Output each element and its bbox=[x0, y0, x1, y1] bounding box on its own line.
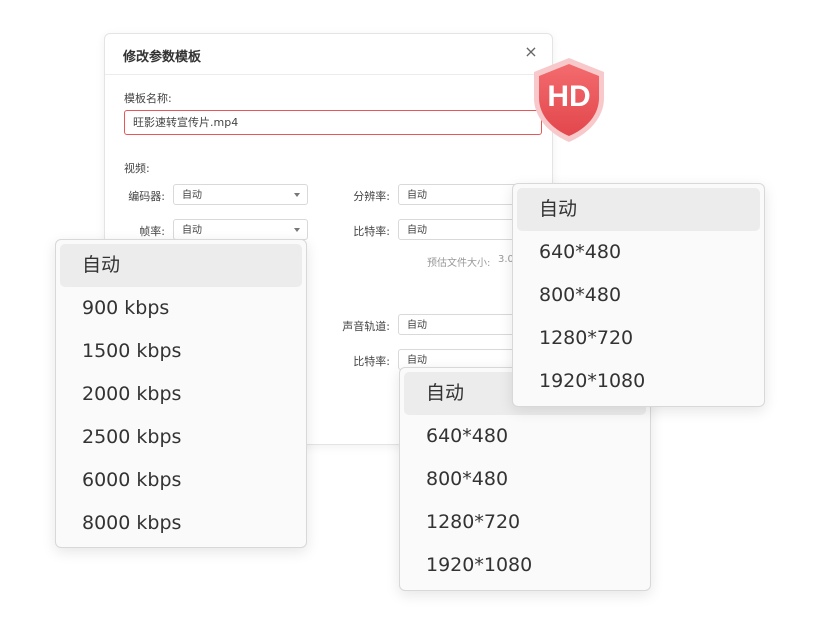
encoder-label: 编码器: bbox=[128, 190, 165, 203]
menu-item-640x480[interactable]: 640*480 bbox=[404, 415, 646, 458]
menu-item-800x480[interactable]: 800*480 bbox=[517, 274, 760, 317]
resolution-select[interactable]: 自动 bbox=[398, 184, 528, 205]
framerate-label: 帧率: bbox=[139, 225, 165, 238]
chevron-down-icon bbox=[294, 228, 300, 232]
stage: 修改参数模板 × 模板名称: 旺影速转宣传片.mp4 视频: 编码器: 自动 分… bbox=[0, 0, 836, 626]
audio-channel-label: 声音轨道: bbox=[342, 320, 390, 333]
framerate-value: 自动 bbox=[182, 225, 202, 236]
estimated-size-label: 预估文件大小: bbox=[427, 258, 491, 269]
menu-item-auto[interactable]: 自动 bbox=[60, 244, 302, 287]
hd-shield-icon: HD bbox=[534, 58, 604, 142]
encoder-value: 自动 bbox=[182, 190, 202, 201]
menu-item-640x480[interactable]: 640*480 bbox=[517, 231, 760, 274]
menu-item-1500kbps[interactable]: 1500 kbps bbox=[60, 330, 302, 373]
menu-item-1280x720[interactable]: 1280*720 bbox=[517, 317, 760, 360]
menu-item-8000kbps[interactable]: 8000 kbps bbox=[60, 502, 302, 545]
menu-item-2000kbps[interactable]: 2000 kbps bbox=[60, 373, 302, 416]
audio-channel-value: 自动 bbox=[407, 320, 427, 331]
menu-item-2500kbps[interactable]: 2500 kbps bbox=[60, 416, 302, 459]
encoder-select[interactable]: 自动 bbox=[173, 184, 308, 205]
audio-channel-select[interactable]: 自动 bbox=[398, 314, 528, 335]
resolution-value: 自动 bbox=[407, 190, 427, 201]
video-bitrate-value: 自动 bbox=[407, 225, 427, 236]
chevron-down-icon bbox=[294, 193, 300, 197]
resolution-dropdown-menu-top: 自动 640*480 800*480 1280*720 1920*1080 bbox=[512, 183, 765, 407]
menu-item-1920x1080[interactable]: 1920*1080 bbox=[517, 360, 760, 403]
resolution-label: 分辨率: bbox=[353, 190, 390, 203]
menu-item-1280x720[interactable]: 1280*720 bbox=[404, 501, 646, 544]
framerate-select[interactable]: 自动 bbox=[173, 219, 308, 240]
menu-item-1920x1080[interactable]: 1920*1080 bbox=[404, 544, 646, 587]
audio-bitrate-label: 比特率: bbox=[353, 355, 390, 368]
menu-item-auto[interactable]: 自动 bbox=[517, 188, 760, 231]
menu-item-6000kbps[interactable]: 6000 kbps bbox=[60, 459, 302, 502]
video-bitrate-label: 比特率: bbox=[353, 225, 390, 238]
dialog-title: 修改参数模板 bbox=[123, 50, 202, 65]
audio-bitrate-value: 自动 bbox=[407, 355, 427, 366]
hd-badge-text: HD bbox=[547, 80, 590, 113]
menu-item-900kbps[interactable]: 900 kbps bbox=[60, 287, 302, 330]
bitrate-dropdown-menu: 自动 900 kbps 1500 kbps 2000 kbps 2500 kbp… bbox=[55, 239, 307, 548]
template-name-label: 模板名称: bbox=[124, 92, 172, 105]
video-section-label: 视频: bbox=[124, 162, 150, 175]
dialog-header: 修改参数模板 × bbox=[105, 34, 552, 75]
template-name-input[interactable]: 旺影速转宣传片.mp4 bbox=[124, 110, 542, 135]
video-bitrate-select[interactable]: 自动 bbox=[398, 219, 528, 240]
menu-item-800x480[interactable]: 800*480 bbox=[404, 458, 646, 501]
